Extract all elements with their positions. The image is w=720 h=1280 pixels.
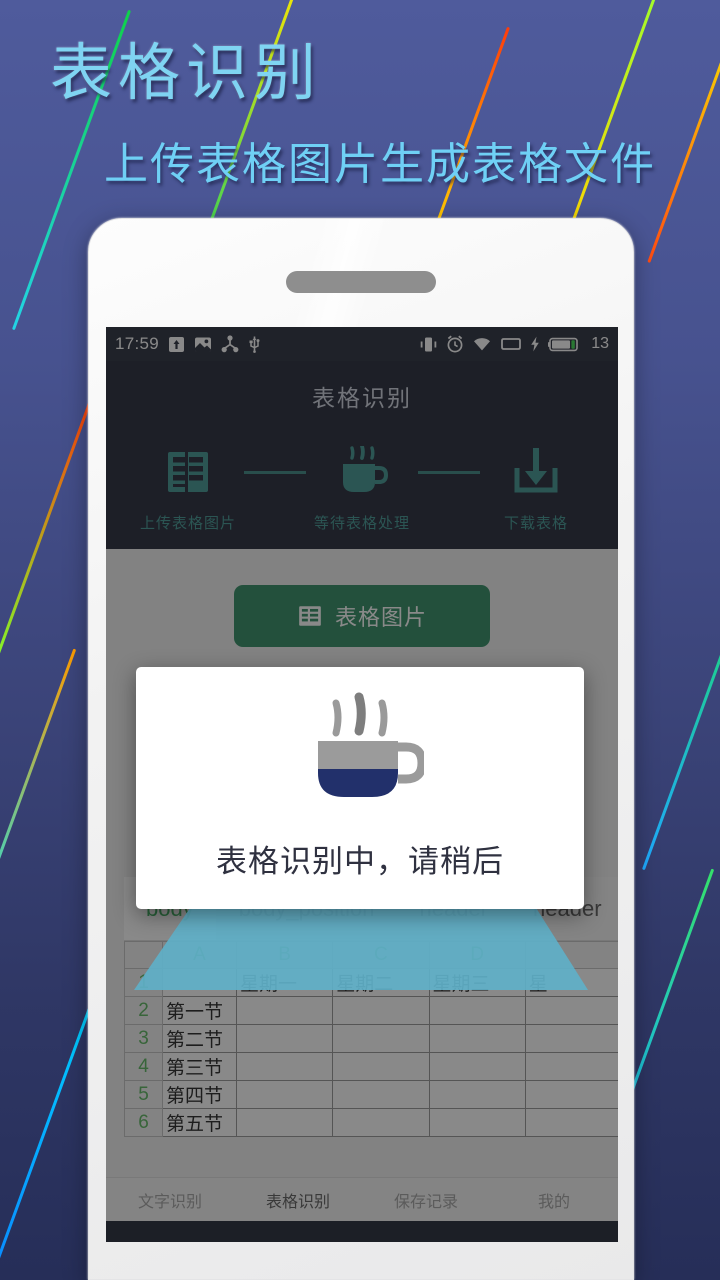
phone-top-bezel	[89, 219, 633, 319]
streak-line	[0, 648, 77, 932]
streak-line	[0, 1007, 91, 1273]
coffee-cup-icon	[296, 691, 427, 814]
page-subtitle: 上传表格图片生成表格文件	[104, 140, 656, 189]
page-title: 表格识别	[50, 39, 323, 108]
processing-dialog: 表格识别中，请稍后	[136, 667, 584, 909]
promo-header: 表格识别 上传表格图片生成表格文件	[0, 0, 720, 215]
speaker-grill	[286, 271, 436, 293]
streak-line	[0, 398, 93, 672]
dialog-message: 表格识别中，请稍后	[216, 844, 504, 879]
streak-line	[641, 549, 720, 871]
